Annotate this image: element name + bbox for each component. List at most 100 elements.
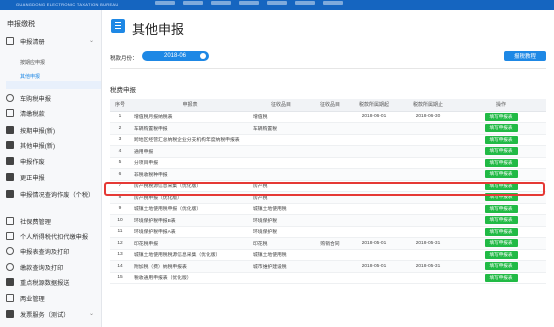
period-value: 2018-06 bbox=[164, 53, 187, 59]
fill-form-button[interactable]: 填写申报表 bbox=[484, 193, 518, 202]
fill-form-button[interactable]: 填写申报表 bbox=[484, 147, 518, 156]
tutorial-button[interactable]: 报税教程 bbox=[504, 51, 546, 61]
search-icon bbox=[6, 94, 14, 102]
top-nav-item[interactable] bbox=[323, 1, 343, 5]
sidebar-item[interactable]: 发票服务（测试） ⌄ bbox=[0, 310, 101, 319]
cell-start bbox=[348, 180, 400, 192]
doc-icon bbox=[6, 190, 14, 198]
cell-no: 6 bbox=[110, 168, 130, 181]
top-nav-item[interactable] bbox=[239, 1, 259, 5]
cell-tax bbox=[250, 134, 312, 146]
sidebar-item[interactable]: 申报清册 ⌄ bbox=[0, 37, 101, 46]
sidebar-item-label: 两业管理 bbox=[20, 296, 45, 303]
sidebar-item[interactable]: 两业管理 bbox=[0, 294, 101, 303]
chevron-down-icon[interactable]: ⌄ bbox=[89, 310, 94, 317]
doc-icon bbox=[6, 173, 14, 181]
cell-end bbox=[400, 168, 456, 181]
cell-tax: 城市维护建设税 bbox=[250, 260, 312, 273]
fill-form-button[interactable]: 填写申报表 bbox=[484, 181, 518, 190]
cell-name: 附加税（费）纳税申报表 bbox=[130, 260, 250, 273]
sidebar-item-label: 申报清册 bbox=[20, 39, 45, 46]
sidebar-subitem[interactable]: 其他申报 bbox=[20, 73, 40, 80]
cell-tax bbox=[250, 157, 312, 169]
fill-form-button[interactable]: 填写申报表 bbox=[484, 170, 518, 179]
cell-item bbox=[312, 203, 348, 215]
cell-start: 2018-06-01 bbox=[348, 111, 400, 123]
cell-tax: 房产税 bbox=[250, 191, 312, 204]
sidebar-item[interactable]: 缴款查询及打印 bbox=[0, 263, 101, 272]
calendar-toggle-icon[interactable] bbox=[200, 53, 206, 59]
cell-item bbox=[312, 260, 348, 273]
cell-no: 12 bbox=[110, 237, 130, 250]
section-title: 税费申报 bbox=[110, 87, 136, 94]
cell-end bbox=[400, 249, 456, 261]
fill-form-button[interactable]: 填写申报表 bbox=[484, 135, 518, 144]
cell-start: 2018-05-01 bbox=[348, 237, 400, 250]
fill-form-button[interactable]: 填写申报表 bbox=[484, 239, 518, 248]
fill-form-button[interactable]: 填写申报表 bbox=[484, 124, 518, 133]
cell-start: 2018-05-01 bbox=[348, 260, 400, 273]
cell-action: 填写申报表 bbox=[456, 180, 546, 192]
fill-form-button[interactable]: 填写申报表 bbox=[484, 250, 518, 259]
doc-icon bbox=[6, 278, 14, 286]
table-row: 7 房产税税源信息采集（优化版） 房产税 填写申报表 bbox=[110, 180, 546, 192]
cell-start bbox=[348, 134, 400, 146]
sidebar-item-label: 发票服务（测试） bbox=[20, 312, 70, 319]
fill-form-button[interactable]: 填写申报表 bbox=[484, 227, 518, 236]
sidebar-title: 申报缴税 bbox=[7, 21, 35, 28]
cell-name: 房产税申报（优化版） bbox=[130, 191, 250, 204]
cell-action: 填写申报表 bbox=[456, 203, 546, 215]
cell-tax: 城镇土地使用税 bbox=[250, 203, 312, 215]
chevron-down-icon[interactable]: ⌄ bbox=[89, 37, 94, 44]
fill-form-button[interactable]: 填写申报表 bbox=[484, 273, 518, 282]
doc-icon bbox=[6, 157, 14, 165]
table-header-row: 序号 申报表 征收品目 征收品目 税款所属期起 税款所属期止 操作 bbox=[110, 99, 546, 112]
sidebar-item[interactable]: 更正申报 bbox=[0, 173, 101, 182]
sidebar-item[interactable]: 重点税源数据报送 bbox=[0, 278, 101, 287]
sidebar-item[interactable]: 申报情况查询作废（个税） bbox=[0, 190, 101, 199]
sidebar-item[interactable]: 车购税申报 bbox=[0, 94, 101, 103]
bureau-name: GUANGDONG ELECTRONIC TAXATION BUREAU bbox=[16, 2, 119, 7]
cell-no: 11 bbox=[110, 226, 130, 238]
search-icon bbox=[6, 247, 14, 255]
sidebar-item[interactable]: 申报表查询及打印 bbox=[0, 247, 101, 256]
top-nav-item[interactable] bbox=[211, 1, 231, 5]
cell-item bbox=[312, 180, 348, 192]
sidebar-item[interactable]: 个人所得税代扣代缴申报 bbox=[0, 232, 101, 241]
period-picker[interactable]: 2018-06 bbox=[142, 51, 209, 61]
cell-action: 填写申报表 bbox=[456, 157, 546, 169]
cell-end bbox=[400, 180, 456, 192]
cell-item bbox=[312, 122, 348, 135]
top-nav-item[interactable] bbox=[295, 1, 315, 5]
top-nav-item[interactable] bbox=[155, 1, 175, 5]
sidebar-item[interactable]: 其他申报(新) bbox=[0, 141, 101, 150]
cell-name: 分项目申报 bbox=[130, 157, 250, 169]
sidebar-item-label: 重点税源数据报送 bbox=[20, 280, 70, 287]
sidebar-item[interactable]: 清缴税款 bbox=[0, 109, 101, 118]
fill-form-button[interactable]: 填写申报表 bbox=[484, 262, 518, 271]
cell-action: 填写申报表 bbox=[456, 191, 546, 204]
fill-form-button[interactable]: 填写申报表 bbox=[484, 204, 518, 213]
sidebar-item[interactable]: 按期申报(新) bbox=[0, 126, 101, 135]
cell-name: 房产税税源信息采集（优化版） bbox=[130, 180, 250, 192]
top-nav-item[interactable] bbox=[183, 1, 203, 5]
table-row: 15 税收通用申报表（优化版） 填写申报表 bbox=[110, 272, 546, 284]
sidebar-item[interactable]: 申报作废 bbox=[0, 157, 101, 166]
cell-action: 填写申报表 bbox=[456, 134, 546, 146]
table-row: 5 分项目申报 填写申报表 bbox=[110, 157, 546, 169]
sidebar-item-label: 申报表查询及打印 bbox=[20, 249, 70, 256]
column-header: 征收品目 bbox=[312, 99, 348, 112]
cell-tax: 城镇土地使用税 bbox=[250, 249, 312, 261]
top-nav-item[interactable] bbox=[267, 1, 287, 5]
cell-name: 城镇土地使用税税源信息采集（优化版） bbox=[130, 249, 250, 261]
fill-form-button[interactable]: 填写申报表 bbox=[484, 112, 518, 121]
fill-form-button[interactable]: 填写申报表 bbox=[484, 158, 518, 167]
sidebar-subitem[interactable]: 按期应申报 bbox=[20, 59, 45, 66]
sidebar-item[interactable]: 社保费管理 bbox=[0, 217, 101, 226]
fill-form-button[interactable]: 填写申报表 bbox=[484, 216, 518, 225]
cell-name: 通用申报 bbox=[130, 145, 250, 158]
cell-name: 车辆购置税申报 bbox=[130, 122, 250, 135]
cell-no: 1 bbox=[110, 111, 130, 123]
sidebar-item-label: 个人所得税代扣代缴申报 bbox=[20, 234, 89, 241]
shield-icon bbox=[6, 109, 14, 117]
